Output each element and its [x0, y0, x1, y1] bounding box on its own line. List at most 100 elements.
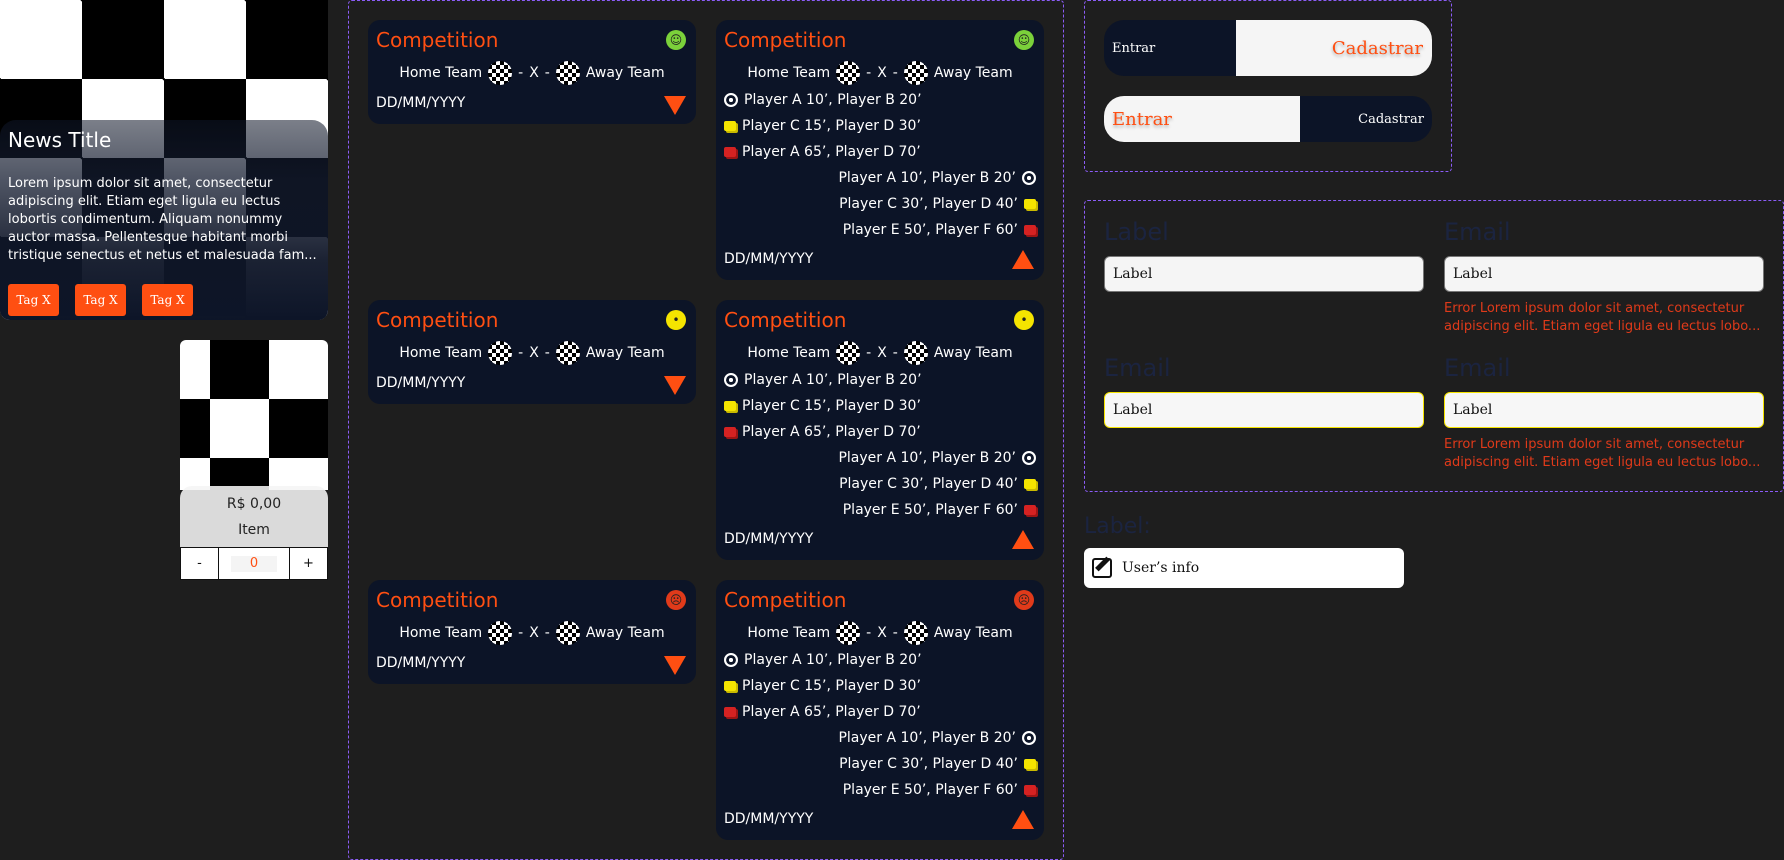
home-team-crest-icon [488, 341, 513, 365]
versus-label: X [529, 345, 539, 361]
goal-icon [724, 373, 738, 387]
yellow-card-icon [724, 401, 736, 411]
expand-arrow-icon[interactable] [664, 376, 686, 395]
increment-button[interactable]: + [289, 548, 327, 579]
away-team-crest-icon [903, 341, 928, 365]
teams-row: Home Team - X - Away Team [368, 621, 696, 645]
email-input[interactable]: Label [1104, 392, 1424, 428]
event-text: Player C 30’, Player D 40’ [839, 196, 1018, 212]
match-card[interactable]: Competition ☹ Home Team - X - Away Team DD/MM/Y… [368, 580, 696, 684]
sad-face-icon: ☹ [666, 590, 686, 610]
home-team-crest-icon [836, 341, 861, 365]
news-tag[interactable]: Tag X [75, 284, 126, 316]
email-input[interactable]: Label [1444, 392, 1764, 428]
quantity-value[interactable]: 0 [231, 555, 277, 572]
product-name: Item [238, 522, 270, 538]
news-body: Lorem ipsum dolor sit amet, consectetur … [8, 176, 317, 263]
user-info-label: Label: [1084, 514, 1151, 539]
home-team-name: Home Team [399, 345, 483, 361]
competition-name: Competition [376, 588, 499, 612]
home-team-crest-icon [836, 621, 861, 645]
red-card-icon [1024, 505, 1036, 515]
news-card[interactable]: News Title Lorem ipsum dolor sit amet, c… [0, 0, 328, 320]
edit-icon[interactable] [1092, 558, 1112, 578]
goal-icon [724, 653, 738, 667]
red-card-icon [1024, 225, 1036, 235]
user-info-field[interactable]: User’s info [1084, 548, 1404, 588]
home-event: Player C 15’, Player D 30’ [724, 396, 921, 416]
home-team-crest-icon [836, 61, 861, 85]
product-info-panel: R$ 0,00 Item [180, 486, 328, 548]
competition-name: Competition [724, 28, 847, 52]
yellow-card-icon [724, 121, 736, 131]
match-card[interactable]: Competition ☺ Home Team - X - Away Team Player … [716, 20, 1044, 280]
event-text: Player A 10’, Player B 20’ [838, 730, 1016, 746]
match-date: DD/MM/YYYY [376, 375, 466, 391]
competition-name: Competition [724, 588, 847, 612]
home-event: Player C 15’, Player D 30’ [724, 676, 921, 696]
yellow-card-icon [1024, 759, 1036, 769]
neutral-face-icon: • [666, 310, 686, 330]
match-card[interactable]: Competition • Home Team - X - Away Team Player … [716, 300, 1044, 560]
event-text: Player E 50’, Player F 60’ [842, 222, 1018, 238]
product-image [180, 340, 328, 490]
score-separator: - [518, 625, 524, 641]
quantity-field[interactable]: 0 [219, 548, 289, 579]
score-separator: - [892, 65, 898, 81]
score-separator: - [892, 345, 898, 361]
event-text: Player C 15’, Player D 30’ [742, 678, 921, 694]
away-team-name: Away Team [933, 345, 1013, 361]
text-input[interactable]: Label [1104, 256, 1424, 292]
event-text: Player A 10’, Player B 20’ [744, 652, 922, 668]
event-text: Player A 10’, Player B 20’ [838, 450, 1016, 466]
register-tab[interactable]: Cadastrar [1236, 20, 1432, 76]
away-event: Player E 50’, Player F 60’ [843, 780, 1036, 800]
sad-face-icon: ☹ [1014, 590, 1034, 610]
goal-icon [1022, 171, 1036, 185]
red-card-icon [724, 427, 736, 437]
home-team-crest-icon [488, 621, 513, 645]
away-team-name: Away Team [585, 65, 665, 81]
match-card[interactable]: Competition ☹ Home Team - X - Away Team Player … [716, 580, 1044, 840]
match-date: DD/MM/YYYY [724, 811, 814, 827]
field-label: Email [1444, 354, 1511, 382]
product-card[interactable]: R$ 0,00 Item - 0 + [180, 340, 328, 580]
match-card[interactable]: Competition ☺ Home Team - X - Away Team DD/MM/Y… [368, 20, 696, 124]
collapse-arrow-icon[interactable] [1012, 530, 1034, 549]
email-input[interactable]: Label [1444, 256, 1764, 292]
match-card[interactable]: Competition • Home Team - X - Away Team DD/MM/Y… [368, 300, 696, 404]
score-separator: - [866, 345, 872, 361]
login-tab[interactable]: Entrar [1104, 96, 1300, 142]
red-card-icon [724, 707, 736, 717]
away-event: Player E 50’, Player F 60’ [843, 220, 1036, 240]
event-text: Player A 10’, Player B 20’ [744, 372, 922, 388]
away-team-crest-icon [555, 621, 580, 645]
expand-arrow-icon[interactable] [664, 96, 686, 115]
event-text: Player C 15’, Player D 30’ [742, 118, 921, 134]
competition-name: Competition [376, 308, 499, 332]
score-separator: - [866, 65, 872, 81]
news-tag[interactable]: Tag X [142, 284, 193, 316]
news-tag[interactable]: Tag X [8, 284, 59, 316]
decrement-button[interactable]: - [181, 548, 219, 579]
teams-row: Home Team - X - Away Team [716, 341, 1044, 365]
home-team-name: Home Team [747, 345, 831, 361]
collapse-arrow-icon[interactable] [1012, 810, 1034, 829]
away-event: Player A 10’, Player B 20’ [838, 728, 1036, 748]
home-team-name: Home Team [747, 625, 831, 641]
versus-label: X [529, 65, 539, 81]
home-event: Player C 15’, Player D 30’ [724, 116, 921, 136]
home-event: Player A 65’, Player D 70’ [724, 702, 921, 722]
versus-label: X [877, 625, 887, 641]
collapse-arrow-icon[interactable] [1012, 250, 1034, 269]
register-tab[interactable]: Cadastrar [1300, 96, 1432, 142]
away-team-crest-icon [555, 341, 580, 365]
home-team-name: Home Team [399, 625, 483, 641]
auth-toggle-login-active: Entrar Cadastrar [1104, 96, 1432, 142]
expand-arrow-icon[interactable] [664, 656, 686, 675]
away-event: Player C 30’, Player D 40’ [839, 194, 1036, 214]
away-event: Player A 10’, Player B 20’ [838, 448, 1036, 468]
away-event: Player C 30’, Player D 40’ [839, 754, 1036, 774]
match-date: DD/MM/YYYY [724, 531, 814, 547]
login-tab[interactable]: Entrar [1104, 20, 1236, 76]
